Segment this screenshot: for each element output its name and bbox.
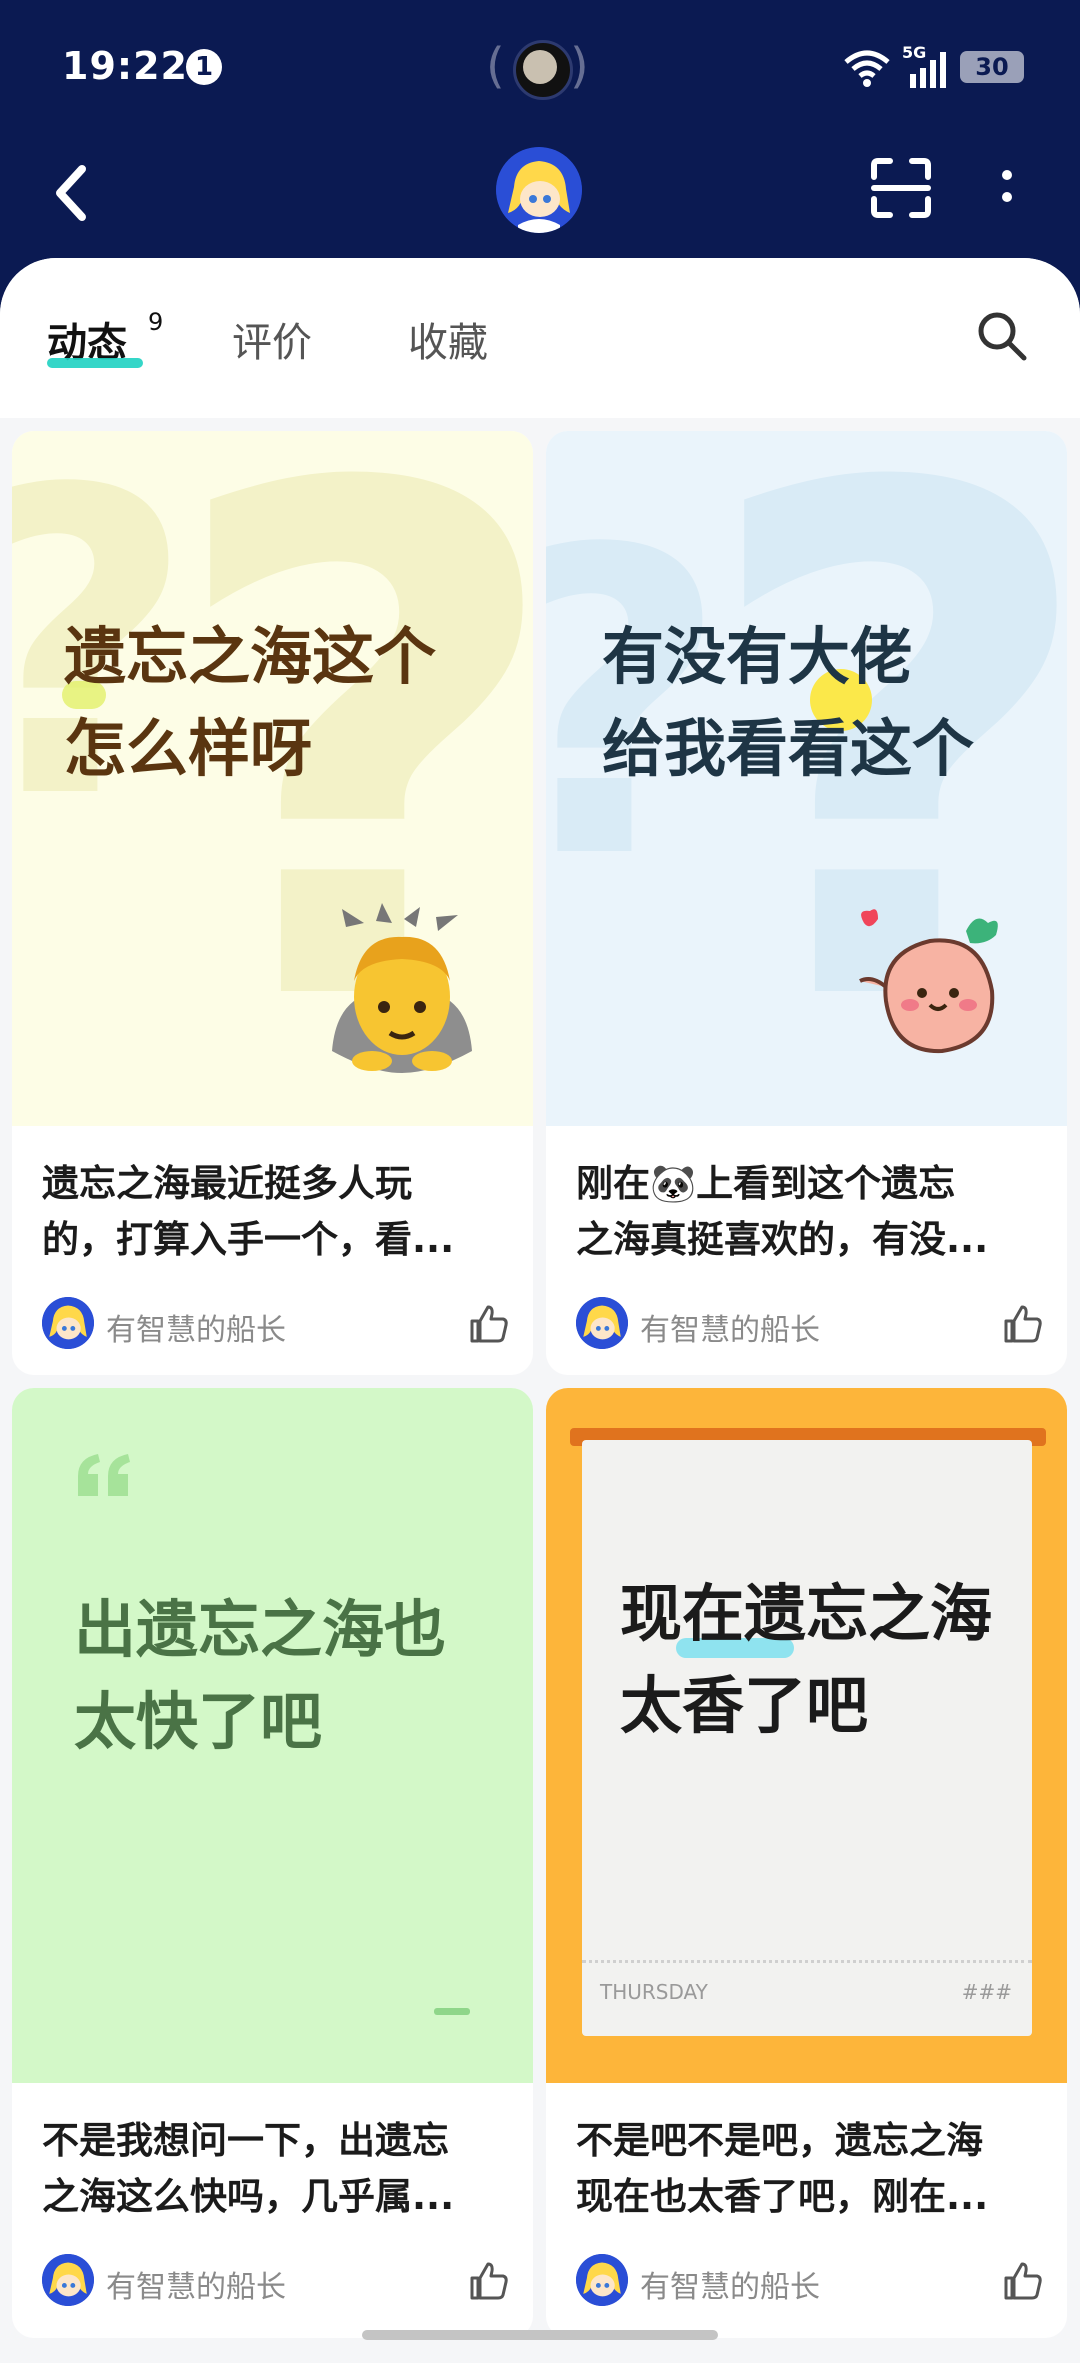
post-title[interactable]: 刚在🐼上看到这个遗忘 之海真挺喜欢的，有没... bbox=[576, 1156, 1046, 1268]
post-author[interactable]: 有智慧的船长 bbox=[576, 2254, 1046, 2306]
bow-emoji bbox=[332, 903, 472, 1073]
like-icon[interactable] bbox=[466, 2258, 512, 2304]
like-icon[interactable] bbox=[466, 1301, 512, 1347]
image-caption: 遗忘之海这个 怎么样呀 bbox=[64, 620, 437, 785]
like-icon[interactable] bbox=[1000, 1301, 1046, 1347]
battery-indicator: 30 bbox=[960, 51, 1024, 83]
ticket-day: THURSDAY bbox=[600, 1980, 708, 2004]
decor-dash bbox=[434, 2008, 470, 2015]
post-card[interactable]: ? ? 遗忘之海这个 怎么样呀 遗忘之海最近挺多人玩 的，打算入手一个，看...… bbox=[12, 431, 533, 1375]
more-icon[interactable] bbox=[992, 157, 1022, 219]
post-card[interactable]: THURSDAY ### 现在遗忘之海 太香了吧 不是吧不是吧，遗忘之海 现在也… bbox=[546, 1388, 1067, 2338]
wifi-icon bbox=[844, 50, 890, 87]
image-caption: 有没有大佬 给我看看这个 bbox=[602, 620, 975, 785]
camera-cutout bbox=[505, 36, 575, 100]
ticket-code: ### bbox=[961, 1980, 1012, 2004]
author-name: 有智慧的船长 bbox=[106, 1313, 286, 1348]
post-image: THURSDAY ### 现在遗忘之海 太香了吧 bbox=[546, 1388, 1067, 2083]
avatar[interactable] bbox=[496, 147, 582, 233]
like-icon[interactable] bbox=[1000, 2258, 1046, 2304]
tab-active-indicator bbox=[47, 358, 143, 368]
image-caption: 出遗忘之海也 太快了吧 bbox=[74, 1593, 447, 1758]
peach-sticker bbox=[859, 909, 998, 1054]
post-author[interactable]: 有智慧的船长 bbox=[42, 2254, 512, 2306]
image-caption: 现在遗忘之海 太香了吧 bbox=[620, 1577, 993, 1742]
author-name: 有智慧的船长 bbox=[640, 2270, 820, 2305]
avatar bbox=[42, 2254, 94, 2306]
status-bar: 19:22 1 ( ) 5G 30 bbox=[0, 0, 1080, 135]
status-time: 19:22 bbox=[62, 44, 188, 88]
avatar bbox=[576, 1297, 628, 1349]
tab-favorites[interactable]: 收藏 bbox=[408, 310, 488, 368]
tab-reviews[interactable]: 评价 bbox=[232, 310, 312, 368]
avatar bbox=[42, 1297, 94, 1349]
tab-dynamic-badge: 9 bbox=[148, 308, 164, 336]
back-icon[interactable] bbox=[44, 159, 100, 227]
camera-bracket-left: ( bbox=[486, 38, 505, 94]
author-name: 有智慧的船长 bbox=[640, 1313, 820, 1348]
home-indicator[interactable] bbox=[362, 2330, 718, 2340]
post-title[interactable]: 不是吧不是吧，遗忘之海 现在也太香了吧，刚在... bbox=[576, 2113, 1046, 2225]
post-author[interactable]: 有智慧的船长 bbox=[576, 1297, 1046, 1349]
post-card[interactable]: 出遗忘之海也 太快了吧 不是我想问一下，出遗忘 之海这么快吗，几乎属... 有智… bbox=[12, 1388, 533, 2338]
scan-icon[interactable] bbox=[870, 157, 932, 219]
quote-icon bbox=[78, 1454, 130, 1496]
status-icons: 5G 30 bbox=[842, 42, 1042, 92]
svg-text:5G: 5G bbox=[902, 44, 926, 62]
post-title[interactable]: 不是我想问一下，出遗忘 之海这么快吗，几乎属... bbox=[42, 2113, 512, 2225]
ticket-perforation bbox=[582, 1960, 1032, 1963]
post-author[interactable]: 有智慧的船长 bbox=[42, 1297, 512, 1349]
post-image: ? ? 有没有大佬 给我看看这个 bbox=[546, 431, 1067, 1126]
camera-bracket-right: ) bbox=[570, 38, 589, 94]
avatar-character-icon bbox=[496, 147, 582, 233]
top-navigation bbox=[0, 135, 1080, 265]
tab-bar: 动态 9 评价 收藏 bbox=[0, 258, 1080, 418]
search-icon[interactable] bbox=[976, 310, 1028, 362]
signal-icon: 5G bbox=[902, 44, 946, 88]
post-image: 出遗忘之海也 太快了吧 bbox=[12, 1388, 533, 2083]
post-title[interactable]: 遗忘之海最近挺多人玩 的，打算入手一个，看... bbox=[42, 1156, 512, 1268]
notification-icon: 1 bbox=[186, 49, 222, 85]
author-name: 有智慧的船长 bbox=[106, 2270, 286, 2305]
post-card[interactable]: ? ? 有没有大佬 给我看看这个 刚在🐼上看到这个遗忘 之海真挺喜欢的，有没..… bbox=[546, 431, 1067, 1375]
avatar bbox=[576, 2254, 628, 2306]
post-image: ? ? 遗忘之海这个 怎么样呀 bbox=[12, 431, 533, 1126]
